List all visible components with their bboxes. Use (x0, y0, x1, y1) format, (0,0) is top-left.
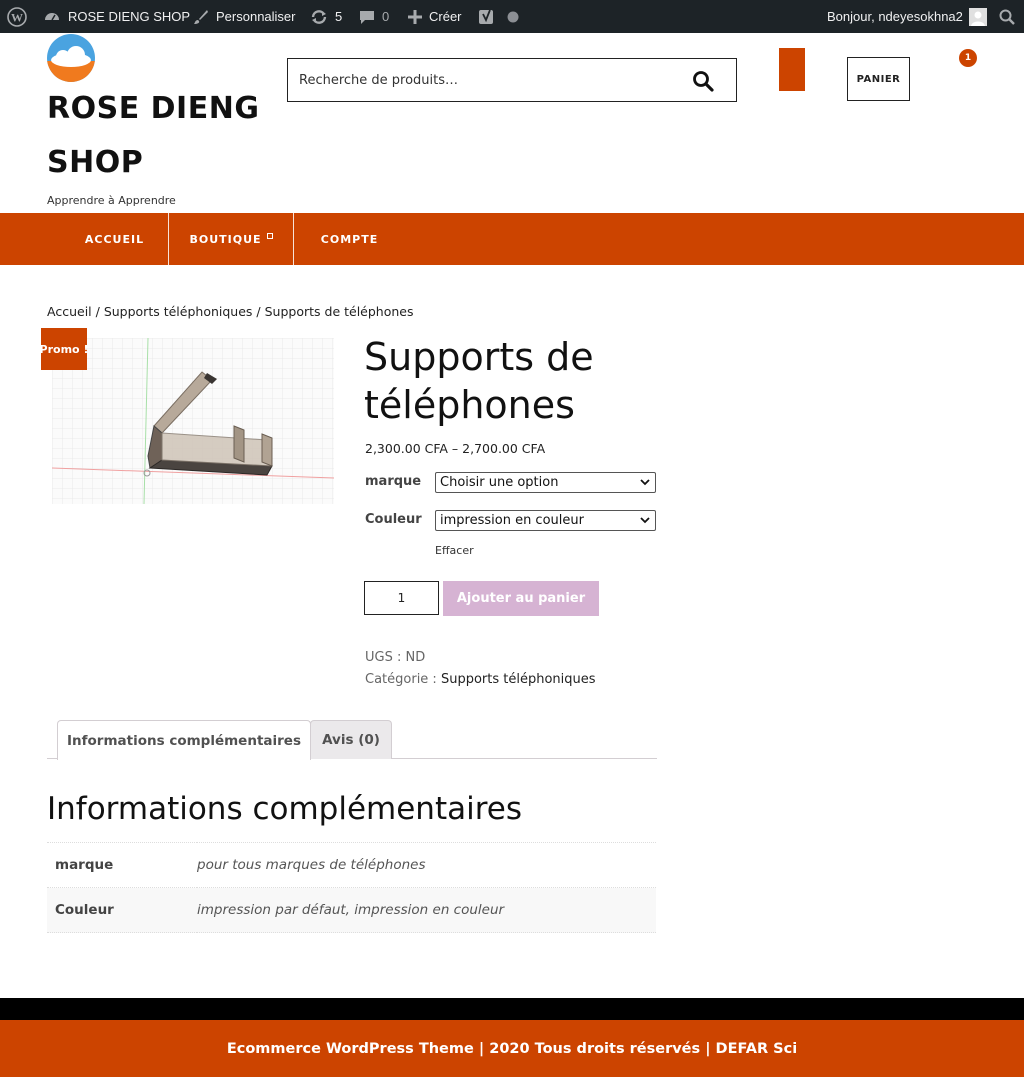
admin-greeting: Bonjour, ndeyesokhna2 (827, 9, 963, 24)
header-account-button[interactable] (779, 48, 805, 91)
chevron-down-icon (639, 476, 651, 488)
sale-badge: Promo ! (40, 328, 88, 370)
attributes-table: marque pour tous marques de téléphones C… (47, 842, 656, 933)
admin-new-label: Créer (429, 9, 462, 24)
updates-icon (310, 9, 328, 25)
marque-select[interactable]: Choisir une option (435, 472, 656, 493)
cart-button[interactable]: PANIER (847, 57, 910, 101)
admin-site-name: ROSE DIENG SHOP (68, 9, 191, 24)
variation-label-couleur: Couleur (365, 512, 422, 527)
clear-variations-link[interactable]: Effacer (435, 544, 474, 557)
attribute-value: pour tous marques de téléphones (197, 857, 426, 873)
site-tagline: Apprendre à Apprendre (47, 194, 176, 207)
breadcrumb-separator: / (252, 304, 265, 319)
footer-top-strip (0, 998, 1024, 1020)
product-image[interactable] (51, 337, 335, 505)
tab-reviews[interactable]: Avis (0) (310, 720, 392, 759)
chevron-down-icon (639, 514, 651, 526)
cart-count-badge: 1 (959, 49, 977, 67)
nav-item-label: COMPTE (320, 232, 379, 246)
svg-text:W: W (11, 10, 23, 24)
admin-account-menu[interactable]: Bonjour, ndeyesokhna2 (827, 0, 987, 33)
comment-bubble-icon (359, 9, 375, 25)
product-price-range: 2,300.00 CFA – 2,700.00 CFA (365, 441, 546, 456)
product-search-input[interactable] (288, 60, 668, 100)
additional-info-heading: Informations complémentaires (47, 791, 522, 827)
admin-bar: W ROSE DIENG SHOP Personnaliser 5 0 Crée… (0, 0, 1024, 33)
table-row: marque pour tous marques de téléphones (47, 842, 656, 888)
attribute-name: Couleur (55, 902, 114, 918)
primary-navigation: ACCUEIL BOUTIQUE COMPTE (0, 213, 1024, 265)
dashboard-icon (44, 9, 60, 25)
search-icon[interactable] (692, 70, 714, 92)
breadcrumb-category-link[interactable]: Supports téléphoniques (104, 304, 253, 319)
comments-count: 0 (382, 9, 390, 24)
product-search-form (287, 58, 737, 102)
breadcrumb-current: Supports de téléphones (264, 304, 414, 319)
admin-comments-link[interactable]: 0 (359, 0, 389, 33)
user-avatar-icon (968, 7, 987, 26)
product-sku: UGS : ND (365, 650, 425, 665)
admin-customize-label: Personnaliser (216, 9, 296, 24)
product-category: Catégorie : Supports téléphoniques (365, 672, 596, 687)
admin-customize-link[interactable]: Personnaliser (193, 0, 296, 33)
admin-updates-link[interactable]: 5 (310, 0, 342, 33)
updates-count: 5 (335, 9, 343, 24)
couleur-select[interactable]: impression en couleur (435, 510, 656, 531)
category-link[interactable]: Supports téléphoniques (441, 672, 596, 687)
breadcrumb-separator: / (91, 304, 104, 319)
nav-item-accueil[interactable]: ACCUEIL (60, 213, 169, 265)
nav-item-label: BOUTIQUE (189, 232, 262, 246)
submenu-indicator-icon (266, 233, 273, 239)
seo-score-dot-icon (507, 0, 519, 33)
site-logo[interactable] (47, 34, 95, 82)
admin-new-link[interactable]: Créer (408, 0, 462, 33)
couleur-selected-value: impression en couleur (440, 513, 584, 528)
yoast-seo-icon[interactable] (478, 0, 496, 33)
site-footer: Ecommerce WordPress Theme | 2020 Tous dr… (0, 1020, 1024, 1077)
tab-additional-information[interactable]: Informations complémentaires (57, 720, 311, 760)
sku-value: ND (405, 650, 426, 665)
sku-label: UGS : (365, 650, 406, 665)
attribute-value: impression par défaut, impression en cou… (197, 902, 505, 918)
add-to-cart-button[interactable]: Ajouter au panier (443, 581, 599, 616)
breadcrumb: Accueil / Supports téléphoniques / Suppo… (47, 304, 414, 319)
footer-credits: Ecommerce WordPress Theme | 2020 Tous dr… (226, 1040, 798, 1057)
site-title[interactable]: ROSE DIENG SHOP (47, 82, 277, 190)
category-label: Catégorie : (365, 672, 441, 687)
nav-item-label: ACCUEIL (84, 232, 145, 246)
attribute-name: marque (55, 857, 114, 873)
nav-item-boutique[interactable]: BOUTIQUE (169, 213, 293, 265)
wordpress-logo-icon[interactable]: W (7, 0, 27, 33)
table-row: Couleur impression par défaut, impressio… (47, 887, 656, 933)
admin-search-icon[interactable] (999, 0, 1015, 33)
paintbrush-icon (193, 9, 209, 25)
plus-icon (408, 9, 422, 24)
variation-label-marque: marque (365, 474, 422, 489)
admin-site-link[interactable]: ROSE DIENG SHOP (44, 0, 190, 33)
quantity-input[interactable]: 1 (364, 581, 439, 615)
nav-item-compte[interactable]: COMPTE (294, 213, 405, 265)
breadcrumb-home-link[interactable]: Accueil (47, 304, 92, 319)
product-title: Supports de téléphones (364, 335, 594, 427)
marque-selected-value: Choisir une option (440, 475, 559, 490)
